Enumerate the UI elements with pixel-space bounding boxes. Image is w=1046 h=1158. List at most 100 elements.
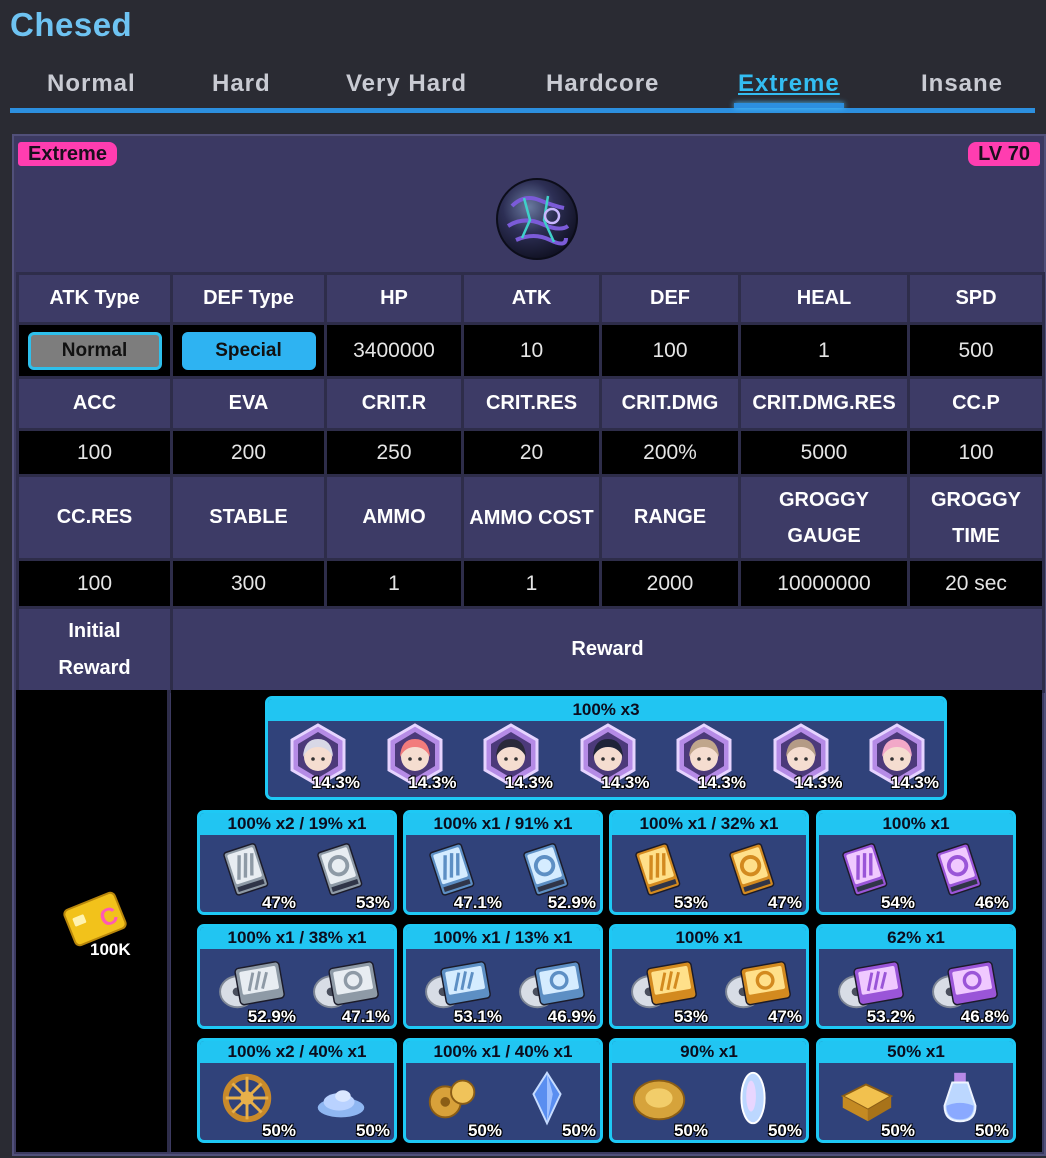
equipment-disc-icon — [932, 961, 998, 1009]
reward-item[interactable]: 50% — [618, 1065, 710, 1140]
weapon-blueprint-icon — [223, 843, 269, 896]
value-crit-dmg: 200% — [599, 428, 741, 477]
reward-item[interactable]: 53% — [618, 837, 710, 912]
character-drop-item[interactable]: 14.3% — [672, 723, 746, 797]
drop-rate-header: 62% x1 — [819, 927, 1013, 949]
drop-rate: 47% — [261, 893, 296, 912]
value-def: 100 — [599, 322, 741, 379]
value-atk: 10 — [461, 322, 602, 379]
tab-hardcore[interactable]: Hardcore — [546, 70, 659, 98]
reward-item[interactable]: 47.1% — [300, 951, 392, 1026]
drop-rate: 53.2% — [866, 1007, 915, 1026]
drop-rate-header: 100% x1 / 13% x1 — [406, 927, 600, 949]
equipment-blueprint-icon — [317, 843, 363, 896]
reward-item[interactable]: 53.1% — [412, 951, 504, 1026]
header-stable: STABLE — [170, 474, 327, 561]
drop-rate: 54% — [880, 893, 915, 912]
value-range: 2000 — [599, 558, 741, 609]
reward-item[interactable]: 50% — [412, 1065, 504, 1140]
tab-insane[interactable]: Insane — [921, 70, 1003, 98]
drop-rate: 50% — [261, 1121, 296, 1140]
reward-item[interactable]: 53.2% — [825, 951, 917, 1026]
drop-rate: 50% — [561, 1121, 596, 1140]
initial-reward-cell: C 100K — [16, 690, 170, 1152]
stats-table: ATK Type DEF Type HP ATK DEF HEAL SPD No… — [16, 272, 1045, 693]
reward-item[interactable]: 47% — [712, 951, 804, 1026]
character-drop-item[interactable]: 14.3% — [769, 723, 843, 797]
equipment-disc-icon — [725, 961, 791, 1009]
value-hp: 3400000 — [324, 322, 464, 379]
drop-rate: 14.3% — [311, 773, 360, 792]
drop-rate: 14.3% — [890, 773, 939, 792]
header-heal: HEAL — [738, 272, 910, 325]
reward-area: 100% x3 14.3% 14.3% 14.3% 14.3% 14.3% 14.3% 14.… — [171, 690, 1042, 1152]
character-drop-item[interactable]: 14.3% — [865, 723, 939, 797]
tab-extreme[interactable]: Extreme — [734, 70, 844, 108]
value-crit-dmg-res: 5000 — [738, 428, 910, 477]
reward-item[interactable]: 47.1% — [412, 837, 504, 912]
reward-item[interactable]: 50% — [712, 1065, 804, 1140]
tab-hard[interactable]: Hard — [212, 70, 271, 98]
drop-rate-header: 100% x1 / 32% x1 — [612, 813, 806, 835]
header-initial-reward: Initial Reward — [16, 606, 173, 693]
reward-box: 100% x2 / 19% x1 47% 53% — [197, 810, 397, 915]
drop-rate: 50% — [974, 1121, 1009, 1140]
reward-item[interactable]: 50% — [300, 1065, 392, 1140]
drop-rate-header: 50% x1 — [819, 1041, 1013, 1063]
character-drop-item[interactable]: 14.3% — [383, 723, 457, 797]
header-eva: EVA — [170, 376, 327, 431]
reward-box: 50% x1 50% 50% — [816, 1038, 1016, 1143]
character-drop-item[interactable]: 14.3% — [479, 723, 553, 797]
character-drop-item[interactable]: 14.3% — [286, 723, 360, 797]
crystal-powder-icon — [317, 1090, 365, 1118]
reward-item[interactable]: 54% — [825, 837, 917, 912]
reward-item[interactable]: 53% — [300, 837, 392, 912]
drop-rate: 50% — [355, 1121, 390, 1140]
reward-item[interactable]: 53% — [618, 951, 710, 1026]
reward-item[interactable]: 46.9% — [506, 951, 598, 1026]
tab-normal[interactable]: Normal — [47, 70, 136, 98]
difficulty-badge: Extreme — [18, 142, 117, 166]
reward-item[interactable]: 52.9% — [506, 837, 598, 912]
value-groggy-gauge: 10000000 — [738, 558, 910, 609]
page-title: Chesed — [10, 6, 133, 43]
weapon-blueprint-icon — [635, 843, 681, 896]
value-crit-r: 250 — [324, 428, 464, 477]
header-reward: Reward — [170, 606, 1045, 693]
header-ammo-cost: AMMO COST — [461, 474, 602, 561]
reward-box: 100% x1 / 40% x1 50% 50% — [403, 1038, 603, 1143]
reward-item[interactable]: 52.9% — [206, 951, 298, 1026]
equipment-blueprint-icon — [936, 843, 982, 896]
header-crit-res: CRIT.RES — [461, 376, 602, 431]
header-def-type: DEF Type — [170, 272, 327, 325]
equipment-blueprint-icon — [729, 843, 775, 896]
reward-item[interactable]: 50% — [825, 1065, 917, 1140]
reward-item[interactable]: 47% — [206, 837, 298, 912]
value-crit-res: 20 — [461, 428, 602, 477]
header-range: RANGE — [599, 474, 741, 561]
weapon-disc-icon — [219, 961, 285, 1009]
drop-rate: 46% — [974, 893, 1009, 912]
reward-item[interactable]: 47% — [712, 837, 804, 912]
level-badge: LV 70 — [968, 142, 1040, 166]
drop-rate: 46.9% — [547, 1007, 596, 1026]
reward-item[interactable]: 50% — [206, 1065, 298, 1140]
drop-rate-header: 100% x1 — [612, 927, 806, 949]
header-hp: HP — [324, 272, 464, 325]
reward-item[interactable]: 46% — [919, 837, 1011, 912]
gold-coin-icon — [632, 1079, 686, 1121]
def-type-cell: Special — [170, 322, 327, 379]
reward-box: 100% x1 / 91% x1 47.1% 52.9% — [403, 810, 603, 915]
drop-rate: 14.3% — [504, 773, 553, 792]
weapon-disc-icon — [631, 961, 697, 1009]
boss-banner: Extreme LV 70 — [16, 138, 1042, 272]
reward-item[interactable]: 50% — [506, 1065, 598, 1140]
drop-rate: 50% — [673, 1121, 708, 1140]
header-cc-res: CC.RES — [16, 474, 173, 561]
header-atk-type: ATK Type — [16, 272, 173, 325]
character-drop-item[interactable]: 14.3% — [576, 723, 650, 797]
tab-very-hard[interactable]: Very Hard — [346, 70, 467, 98]
boss-panel: Extreme LV 70 ATK Type DEF Type HP ATK D… — [12, 134, 1046, 1156]
reward-item[interactable]: 46.8% — [919, 951, 1011, 1026]
reward-item[interactable]: 50% — [919, 1065, 1011, 1140]
